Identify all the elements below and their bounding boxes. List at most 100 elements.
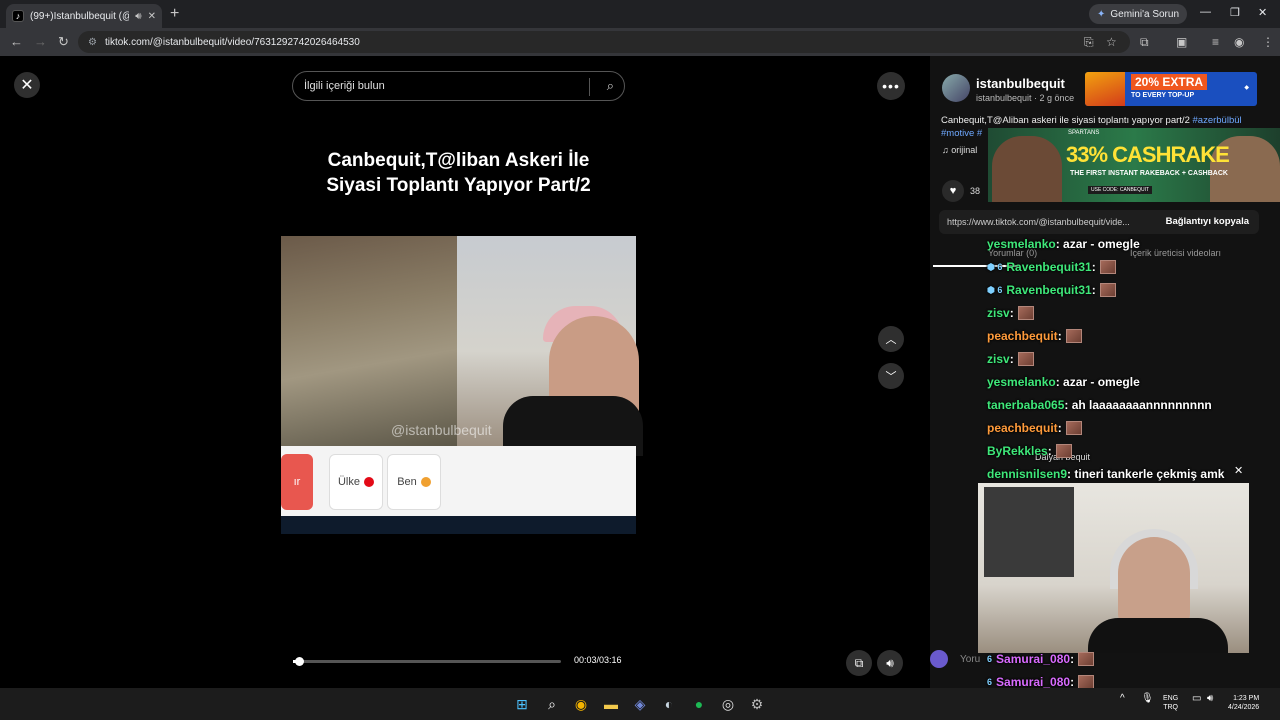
video-title-line-1: Canbequit,T@liban Askeri İle bbox=[327, 150, 590, 171]
gemini-button[interactable]: ✦ Gemini'a Sorun bbox=[1089, 4, 1187, 24]
hashtag-link[interactable]: #motive # bbox=[941, 128, 982, 139]
ad-banner-topup: 20% EXTRA TO EVERY TOP-UP ◆ bbox=[1085, 72, 1257, 106]
chrome-icon[interactable]: ◉ bbox=[572, 695, 590, 713]
obs-icon[interactable]: ◎ bbox=[719, 695, 737, 713]
music-line[interactable]: ♫ orijinal bbox=[942, 145, 977, 155]
author-name[interactable]: istanbulbequit bbox=[976, 76, 1065, 91]
like-button[interactable]: ♥ 38 bbox=[942, 180, 980, 202]
new-tab-button[interactable]: + bbox=[170, 5, 179, 23]
discord-icon[interactable]: ◈ bbox=[631, 695, 649, 713]
chat-username[interactable]: yesmelanko bbox=[987, 375, 1056, 389]
chat-username[interactable]: Ravenbequit31 bbox=[1006, 283, 1091, 297]
video-title-line-2: Siyasi Toplantı Yapıyor Part/2 bbox=[326, 175, 591, 196]
chat-text: : bbox=[1091, 260, 1096, 274]
chat-badge-icon: 6 bbox=[987, 677, 993, 687]
window-close-button[interactable]: ✕ bbox=[1258, 6, 1267, 19]
video-ui-strip: ır Ülke Ben bbox=[281, 446, 636, 516]
site-info-icon[interactable]: ⚙ bbox=[88, 37, 97, 48]
tab-tiktok[interactable]: ♪ (99+)İstanbulbequit (@istan 🔊︎ ✕ bbox=[6, 4, 162, 28]
chip-me-label: Ben bbox=[397, 476, 417, 488]
minimize-button[interactable]: — bbox=[1200, 6, 1211, 18]
chat-username[interactable]: peachbequit bbox=[987, 329, 1058, 343]
settings-gear-icon[interactable]: ⚙ bbox=[748, 695, 766, 713]
spotify-icon[interactable]: ● bbox=[690, 695, 708, 713]
search-icon[interactable]: ⌕ bbox=[607, 78, 614, 94]
tab-title: (99+)İstanbulbequit (@istan bbox=[30, 10, 129, 22]
previous-video-button[interactable]: ︿ bbox=[878, 326, 904, 352]
chat-username[interactable]: Samurai_080 bbox=[996, 652, 1070, 666]
copy-link-button[interactable]: Bağlantıyı kopyala bbox=[1166, 216, 1249, 227]
url-field[interactable]: ⚙ tiktok.com/@istanbulbequit/video/76312… bbox=[78, 31, 1130, 53]
chat-text: : bbox=[1057, 421, 1062, 435]
chat-text: : bbox=[1009, 352, 1014, 366]
chat-emote-icon bbox=[1055, 444, 1072, 458]
clock-time: 1:23 PM bbox=[1233, 695, 1260, 702]
search-divider bbox=[589, 78, 590, 96]
chat-emote-icon bbox=[1017, 306, 1034, 320]
chat-username[interactable]: yesmelanko bbox=[987, 237, 1056, 251]
chat-username[interactable]: peachbequit bbox=[987, 421, 1058, 435]
heart-icon: ♥ bbox=[942, 180, 964, 202]
ad-code: USE CODE: CANBEQUIT bbox=[1088, 186, 1153, 194]
chat-text: : bbox=[1009, 306, 1014, 320]
extensions-icon[interactable]: ⧉ bbox=[1140, 35, 1149, 50]
chat-username[interactable]: zisv bbox=[987, 352, 1010, 366]
bookmark-star-icon[interactable]: ☆ bbox=[1106, 35, 1117, 49]
more-options-button[interactable]: ••• bbox=[877, 72, 905, 100]
cast-icon[interactable]: ⎘ bbox=[1084, 35, 1094, 50]
back-icon[interactable]: ← bbox=[10, 34, 23, 49]
pip-button[interactable]: ⧉ bbox=[846, 650, 872, 676]
gemini-icon: ✦ bbox=[1097, 8, 1106, 20]
chip-country: Ülke bbox=[329, 454, 383, 510]
chip-me: Ben bbox=[387, 454, 441, 510]
music-label: orijinal bbox=[951, 145, 978, 155]
reload-icon[interactable]: ↻ bbox=[58, 34, 69, 50]
hashtag-link[interactable]: #azerbülbül bbox=[1193, 115, 1242, 126]
ad-headline: 33% CASHRAKE bbox=[1066, 142, 1230, 167]
clock[interactable]: 1:23 PM 4/24/2026 bbox=[1228, 694, 1259, 712]
profile-avatar[interactable]: ◉ bbox=[1234, 35, 1244, 49]
video-time: 00:03/03:16 bbox=[574, 655, 622, 665]
microphone-icon[interactable]: 🎙︎ bbox=[1141, 694, 1154, 704]
emoji-icon bbox=[420, 477, 431, 487]
chat-username[interactable]: Samurai_080 bbox=[996, 675, 1070, 689]
network-icon[interactable]: ▭ bbox=[1192, 694, 1201, 704]
chat-message: zisv : bbox=[987, 303, 1034, 323]
chat-username[interactable]: tanerbaba065 bbox=[987, 398, 1064, 412]
windows-start-icon[interactable]: ⊞ bbox=[513, 695, 531, 713]
volume-button[interactable]: 🔊︎ bbox=[877, 650, 903, 676]
menu-kebab-icon[interactable]: ⋮ bbox=[1262, 35, 1274, 49]
search-icon[interactable]: ⌕ bbox=[543, 695, 561, 713]
sidepanel-icon[interactable]: ▣ bbox=[1176, 35, 1187, 49]
tray-chevron-icon[interactable]: ^ bbox=[1120, 694, 1125, 704]
chat-message: tanerbaba065 : ah laaaaaaaannnnnnnnn bbox=[987, 395, 1212, 415]
speaker-icon[interactable]: 🔊︎ bbox=[135, 11, 141, 22]
chip-country-label: Ülke bbox=[337, 476, 360, 488]
chat-emote-icon bbox=[1065, 421, 1082, 435]
search-input[interactable]: İlgili içeriği bulun ⌕ bbox=[292, 71, 625, 101]
comment-placeholder: Yoru bbox=[960, 654, 981, 665]
video-progress-bar[interactable] bbox=[293, 657, 561, 666]
video-player[interactable]: İlgili içeriği bulun ⌕ Canbequit,T@liban… bbox=[281, 56, 643, 688]
reading-list-icon[interactable]: ≡ bbox=[1212, 35, 1219, 49]
lang-primary: ENG bbox=[1163, 695, 1179, 702]
language-indicator[interactable]: ENG TRQ bbox=[1163, 694, 1178, 712]
chat-username[interactable]: Ravenbequit31 bbox=[1006, 260, 1091, 274]
avatar[interactable] bbox=[942, 74, 970, 102]
progress-knob[interactable] bbox=[295, 657, 304, 666]
forward-icon[interactable]: → bbox=[34, 34, 47, 49]
chat-username[interactable]: ByRekkles bbox=[987, 444, 1048, 458]
steam-icon[interactable]: ◐ bbox=[660, 695, 678, 713]
volume-icon[interactable]: 🔊︎ bbox=[1207, 694, 1213, 704]
close-tab-icon[interactable]: ✕ bbox=[148, 11, 156, 22]
video-left-camera bbox=[281, 236, 457, 446]
restore-button[interactable]: ❐ bbox=[1230, 6, 1240, 19]
chat-username[interactable]: dennisnilsen9 bbox=[987, 467, 1067, 481]
tab-bar: ♪ (99+)İstanbulbequit (@istan 🔊︎ ✕ + ✦ G… bbox=[0, 0, 1280, 28]
chat-username[interactable]: zisv bbox=[987, 306, 1010, 320]
video-watermark: @istanbulbequit bbox=[391, 422, 492, 438]
close-video-button[interactable]: ✕ bbox=[14, 72, 40, 98]
file-explorer-icon[interactable]: ▬ bbox=[602, 695, 620, 713]
next-video-button[interactable]: ﹀ bbox=[878, 363, 904, 389]
gemini-label: Gemini'a Sorun bbox=[1110, 8, 1179, 20]
